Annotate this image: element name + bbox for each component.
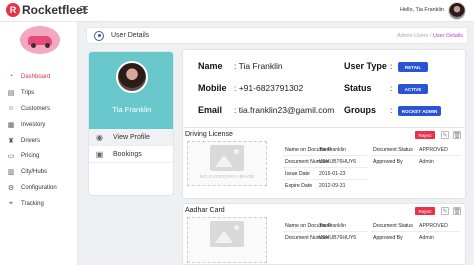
- bookings-icon: ▣: [95, 149, 104, 159]
- document-status-label: Document Status: [373, 147, 413, 153]
- menu-toggle-icon[interactable]: [80, 6, 88, 15]
- field-value: U9HUB76HUY6: [319, 159, 357, 165]
- field-value: 2016-01-23: [319, 171, 346, 177]
- document-status-label: Document Status: [373, 223, 413, 229]
- document-title: Aadhar Card: [185, 207, 225, 214]
- name-value: : Tia Franklin: [234, 61, 283, 71]
- image-placeholder-icon: [210, 145, 244, 171]
- sidebar-item-label: Trips: [21, 89, 35, 96]
- user-type-colon: :: [390, 61, 393, 71]
- status-colon: :: [390, 83, 393, 93]
- bookings-label: Bookings: [113, 150, 142, 158]
- tracking-icon: ⌖: [9, 200, 13, 208]
- view-profile-label: View Profile: [113, 133, 150, 141]
- user-icon: ◉: [96, 132, 103, 142]
- field-value: 2012-09-31: [319, 183, 346, 189]
- delete-icon[interactable]: 🗑: [453, 207, 461, 215]
- reject-button[interactable]: Reject: [415, 207, 435, 215]
- edit-icon[interactable]: ✎: [441, 131, 449, 139]
- configuration-icon: ⚙: [7, 185, 15, 193]
- document-card-aadhar: Aadhar Card Reject ✎ 🗑 Name on Document …: [182, 203, 466, 265]
- no-image-text: NO CATEGORY IMAGE: [199, 175, 255, 180]
- sidebar: ◔ Dashboard ▤ Trips ☺ Customers ▦ Investory …: [0, 22, 78, 265]
- field-value: U9HUB76HUY6: [319, 235, 357, 241]
- document-status-value: APPROVED: [419, 223, 448, 229]
- dashboard-icon: ◔: [8, 73, 14, 81]
- groups-badge: ROCKET ADMIN: [398, 106, 441, 116]
- trips-icon: ▤: [7, 89, 15, 97]
- email-value: : tia.franklin23@gamil.com: [234, 105, 335, 115]
- image-placeholder-icon: [210, 221, 244, 247]
- groups-colon: :: [390, 105, 393, 115]
- field-value: Tia Franklin: [319, 147, 346, 153]
- field-label: Issue Date: [285, 171, 310, 177]
- sidebar-item-drivers[interactable]: ♜ Drivers: [0, 133, 78, 149]
- mobile-label: Mobile: [198, 83, 227, 93]
- city-icon: ▥: [7, 169, 15, 177]
- email-label: Email: [198, 105, 223, 115]
- sidebar-item-configuration[interactable]: ⚙ Configuration: [0, 180, 78, 196]
- sidebar-item-label: Drivers: [21, 137, 40, 144]
- app-logo[interactable]: R Rocketfleet: [6, 3, 87, 17]
- field-label: Expire Date: [285, 183, 313, 189]
- user-type-label: User Type: [344, 61, 387, 71]
- breadcrumb-current: User Details: [433, 33, 463, 39]
- sidebar-item-label: Investory: [21, 121, 46, 128]
- reject-button[interactable]: Reject: [415, 131, 435, 139]
- document-image-placeholder: [187, 217, 267, 263]
- sidebar-item-trips[interactable]: ▤ Trips: [0, 85, 78, 101]
- document-title: Driving License: [185, 131, 233, 138]
- sidebar-item-dashboard[interactable]: ◔ Dashboard: [0, 69, 78, 85]
- sidebar-item-label: City/Hubs: [21, 169, 48, 176]
- inventory-icon: ▦: [7, 121, 15, 129]
- approved-by-value: Admin: [419, 159, 434, 165]
- profile-photo: [116, 61, 148, 93]
- sidebar-item-label: Customers: [21, 105, 51, 112]
- edit-icon[interactable]: ✎: [441, 207, 449, 215]
- breadcrumb-parent[interactable]: Admin Users: [397, 33, 428, 39]
- bookings-tab[interactable]: ▣ Bookings: [89, 146, 173, 163]
- status-badge: ACTIVE: [398, 84, 428, 94]
- sidebar-item-tracking[interactable]: ⌖ Tracking: [0, 196, 78, 212]
- app-name: Rocketfleet: [22, 3, 87, 17]
- company-logo: [20, 26, 60, 54]
- document-card-driving-license: Driving License Reject ✎ 🗑 NO CATEGORY I…: [182, 127, 466, 199]
- user-avatar[interactable]: [448, 2, 466, 20]
- greeting: Hello, Tia Franklin: [399, 7, 444, 13]
- field-value: Tia Franklin: [319, 223, 346, 229]
- approved-by-label: Approved By: [373, 159, 403, 165]
- sidebar-item-label: Configuration: [21, 185, 57, 192]
- status-label: Status: [344, 83, 372, 93]
- sidebar-nav: ◔ Dashboard ▤ Trips ☺ Customers ▦ Investory …: [0, 69, 78, 212]
- page-header: User Details Admin Users / User Details: [86, 27, 468, 44]
- profile-card: Tia Franklin ◉ View Profile ▣ Bookings: [88, 51, 174, 196]
- top-bar: R Rocketfleet Hello, Tia Franklin: [0, 0, 474, 22]
- name-label: Name: [198, 61, 223, 71]
- sidebar-item-label: Dashboard: [21, 73, 51, 80]
- customers-icon: ☺: [7, 105, 15, 113]
- mobile-value: : +91-6823791302: [234, 83, 304, 93]
- sidebar-item-label: Tracking: [21, 201, 44, 208]
- view-profile-tab[interactable]: ◉ View Profile: [89, 129, 173, 146]
- sidebar-item-pricing[interactable]: ▭ Pricing: [0, 148, 78, 164]
- user-circle-icon: [94, 31, 104, 41]
- breadcrumb: Admin Users / User Details: [397, 33, 463, 39]
- approved-by-value: Admin: [419, 235, 434, 241]
- document-status-value: APPROVED: [419, 147, 448, 153]
- profile-name: Tia Franklin: [112, 105, 152, 114]
- pricing-icon: ▭: [7, 153, 15, 161]
- delete-icon[interactable]: 🗑: [453, 131, 461, 139]
- groups-label: Groups: [344, 105, 377, 115]
- sidebar-item-inventory[interactable]: ▦ Investory: [0, 117, 78, 133]
- document-image-placeholder: NO CATEGORY IMAGE: [187, 141, 267, 186]
- sidebar-item-label: Pricing: [21, 153, 40, 160]
- drivers-icon: ♜: [7, 137, 15, 145]
- sidebar-item-customers[interactable]: ☺ Customers: [0, 101, 78, 117]
- profile-header: Tia Franklin: [89, 52, 173, 129]
- approved-by-label: Approved By: [373, 235, 403, 241]
- page-title: User Details: [111, 32, 150, 39]
- rocketfleet-logo-icon: R: [6, 3, 20, 17]
- sidebar-item-city-hubs[interactable]: ▥ City/Hubs: [0, 164, 78, 180]
- user-type-badge: RETAIL: [398, 62, 428, 72]
